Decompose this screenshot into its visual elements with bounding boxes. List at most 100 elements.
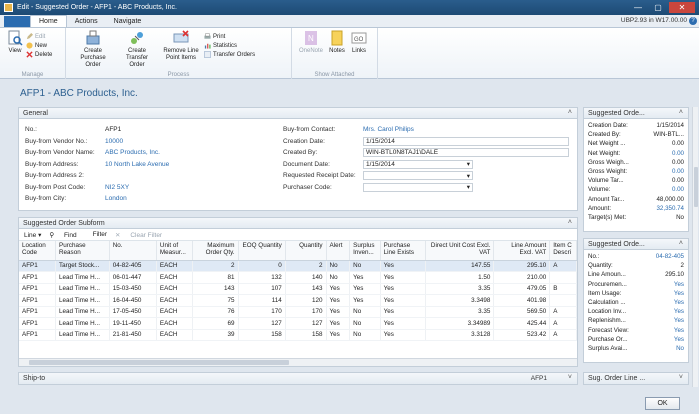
table-cell[interactable] xyxy=(549,294,577,307)
table-row[interactable]: AFP1 Lead Time H... 16-04-450 EACH 75 114 120 Y… xyxy=(19,294,577,307)
table-cell[interactable]: Yes xyxy=(326,283,351,295)
horizontal-scrollbar[interactable] xyxy=(19,358,577,366)
ok-button[interactable]: OK xyxy=(645,397,680,410)
factbox-value[interactable]: Yes xyxy=(674,290,684,297)
column-header[interactable]: Surplus Inven... xyxy=(349,241,381,261)
table-cell[interactable]: 3.3128 xyxy=(425,329,495,341)
table-cell[interactable]: No xyxy=(326,260,351,272)
table-cell[interactable]: Yes xyxy=(380,283,426,295)
column-header[interactable]: Location Code xyxy=(19,241,56,261)
factbox-value[interactable]: 32,350.74 xyxy=(656,205,684,212)
file-tab[interactable] xyxy=(4,16,30,27)
edit-button[interactable]: Edit xyxy=(26,32,52,41)
table-cell[interactable]: 16-04-450 xyxy=(109,294,157,307)
table-cell[interactable]: Yes xyxy=(326,306,351,318)
table-cell[interactable]: AFP1 xyxy=(19,329,56,341)
table-cell[interactable]: EACH xyxy=(156,260,194,272)
table-cell[interactable]: 479.05 xyxy=(493,283,551,295)
table-cell[interactable] xyxy=(549,271,577,284)
table-cell[interactable]: Yes xyxy=(380,329,426,341)
new-button[interactable]: New xyxy=(26,41,52,50)
column-header[interactable]: Unit of Measur... xyxy=(156,241,194,261)
table-cell[interactable]: Yes xyxy=(349,271,381,284)
table-cell[interactable]: Yes xyxy=(326,294,351,307)
table-row[interactable]: AFP1 Lead Time H... 15-03-450 EACH 143 107 143… xyxy=(19,283,577,295)
general-header[interactable]: General ˄ xyxy=(19,108,577,119)
table-cell[interactable]: Yes xyxy=(326,329,351,341)
table-cell[interactable]: EACH xyxy=(156,329,194,341)
table-row[interactable]: AFP1 Lead Time H... 19-11-450 EACH 69 127 127 Y… xyxy=(19,317,577,330)
dropdown-arrow-icon[interactable]: ▾ xyxy=(467,160,470,168)
table-cell[interactable]: No xyxy=(349,306,381,318)
column-header[interactable]: EOQ Quantity xyxy=(238,241,286,261)
table-cell[interactable]: 06-01-447 xyxy=(109,271,157,284)
table-cell[interactable]: B xyxy=(549,283,577,295)
table-cell[interactable]: A xyxy=(549,306,577,318)
table-cell[interactable]: EACH xyxy=(156,283,194,295)
maximize-button[interactable]: ▢ xyxy=(649,2,667,13)
factbox-value[interactable]: 04-82-405 xyxy=(656,253,684,260)
table-cell[interactable]: Lead Time H... xyxy=(55,329,110,341)
delete-button[interactable]: Delete xyxy=(26,50,52,59)
table-cell[interactable]: 69 xyxy=(192,317,239,330)
table-cell[interactable]: 158 xyxy=(285,329,327,341)
table-cell[interactable]: 21-81-450 xyxy=(109,329,157,341)
shipto-panel[interactable]: Ship-to AFP1 ˅ xyxy=(18,372,578,385)
table-cell[interactable]: 15-03-450 xyxy=(109,283,157,295)
table-cell[interactable]: Yes xyxy=(380,271,426,284)
table-cell[interactable]: 132 xyxy=(238,271,286,284)
tab-navigate[interactable]: Navigate xyxy=(106,15,150,27)
table-cell[interactable]: 147.55 xyxy=(425,260,495,272)
table-cell[interactable]: AFP1 xyxy=(19,283,56,295)
table-cell[interactable]: 107 xyxy=(238,283,286,295)
find-button[interactable]: ⚲ Find xyxy=(49,231,84,239)
table-cell[interactable]: AFP1 xyxy=(19,271,56,284)
table-cell[interactable]: 158 xyxy=(238,329,286,341)
table-cell[interactable]: No xyxy=(326,271,351,284)
table-cell[interactable]: Lead Time H... xyxy=(55,283,110,295)
transfer-orders-button[interactable]: Transfer Orders xyxy=(204,50,264,59)
table-cell[interactable]: AFP1 xyxy=(19,317,56,330)
table-cell[interactable]: AFP1 xyxy=(19,260,56,272)
table-cell[interactable]: No xyxy=(349,260,381,272)
factbox-value[interactable]: Yes xyxy=(674,281,684,288)
factbox-sug-order-line[interactable]: Sug. Order Line ... ˅ xyxy=(583,372,689,385)
table-cell[interactable]: 170 xyxy=(238,306,286,318)
table-cell[interactable]: A xyxy=(549,260,577,272)
table-cell[interactable]: 127 xyxy=(238,317,286,330)
collapse-icon[interactable]: ˄ xyxy=(679,109,683,116)
table-cell[interactable]: 0 xyxy=(238,260,286,272)
table-cell[interactable]: 76 xyxy=(192,306,239,318)
column-header[interactable]: Line Amount Excl. VAT xyxy=(493,241,551,261)
scrollbar-thumb[interactable] xyxy=(694,167,698,207)
help-icon[interactable]: ? xyxy=(689,17,697,25)
table-cell[interactable]: Yes xyxy=(326,317,351,330)
factbox-value[interactable]: Yes xyxy=(674,299,684,306)
table-cell[interactable]: EACH xyxy=(156,271,194,284)
table-cell[interactable]: Yes xyxy=(380,294,426,307)
close-button[interactable]: ✕ xyxy=(669,2,695,13)
table-cell[interactable]: A xyxy=(549,329,577,341)
table-cell[interactable]: Yes xyxy=(380,317,426,330)
dropdown-arrow-icon[interactable]: ▾ xyxy=(467,172,470,180)
factbox-value[interactable]: 0.00 xyxy=(672,150,684,157)
factbox-value[interactable]: Yes xyxy=(674,327,684,334)
table-cell[interactable]: Yes xyxy=(349,283,381,295)
column-header[interactable]: Item C Descri xyxy=(549,241,577,261)
tab-home[interactable]: Home xyxy=(30,15,67,27)
scrollbar-thumb[interactable] xyxy=(29,360,289,365)
table-row[interactable]: AFP1 Lead Time H... 06-01-447 EACH 81 132 140 N… xyxy=(19,271,577,284)
table-cell[interactable]: 170 xyxy=(285,306,327,318)
table-cell[interactable]: 2 xyxy=(285,260,327,272)
clear-filter-button[interactable]: ⨯ Clear Filter xyxy=(115,231,170,239)
factbox-value[interactable]: Yes xyxy=(674,336,684,343)
table-cell[interactable]: 114 xyxy=(238,294,286,307)
factbox-value[interactable]: No xyxy=(676,345,684,352)
table-cell[interactable]: AFP1 xyxy=(19,294,56,307)
table-cell[interactable]: 81 xyxy=(192,271,239,284)
print-button[interactable]: Print xyxy=(204,32,264,41)
filter-button[interactable]: Filter xyxy=(93,231,107,238)
table-cell[interactable]: EACH xyxy=(156,306,194,318)
table-cell[interactable]: 3.3498 xyxy=(425,294,495,307)
table-row[interactable]: AFP1 Target Stock... 04-82-405 EACH 2 0 2 No No Y… xyxy=(19,260,577,272)
